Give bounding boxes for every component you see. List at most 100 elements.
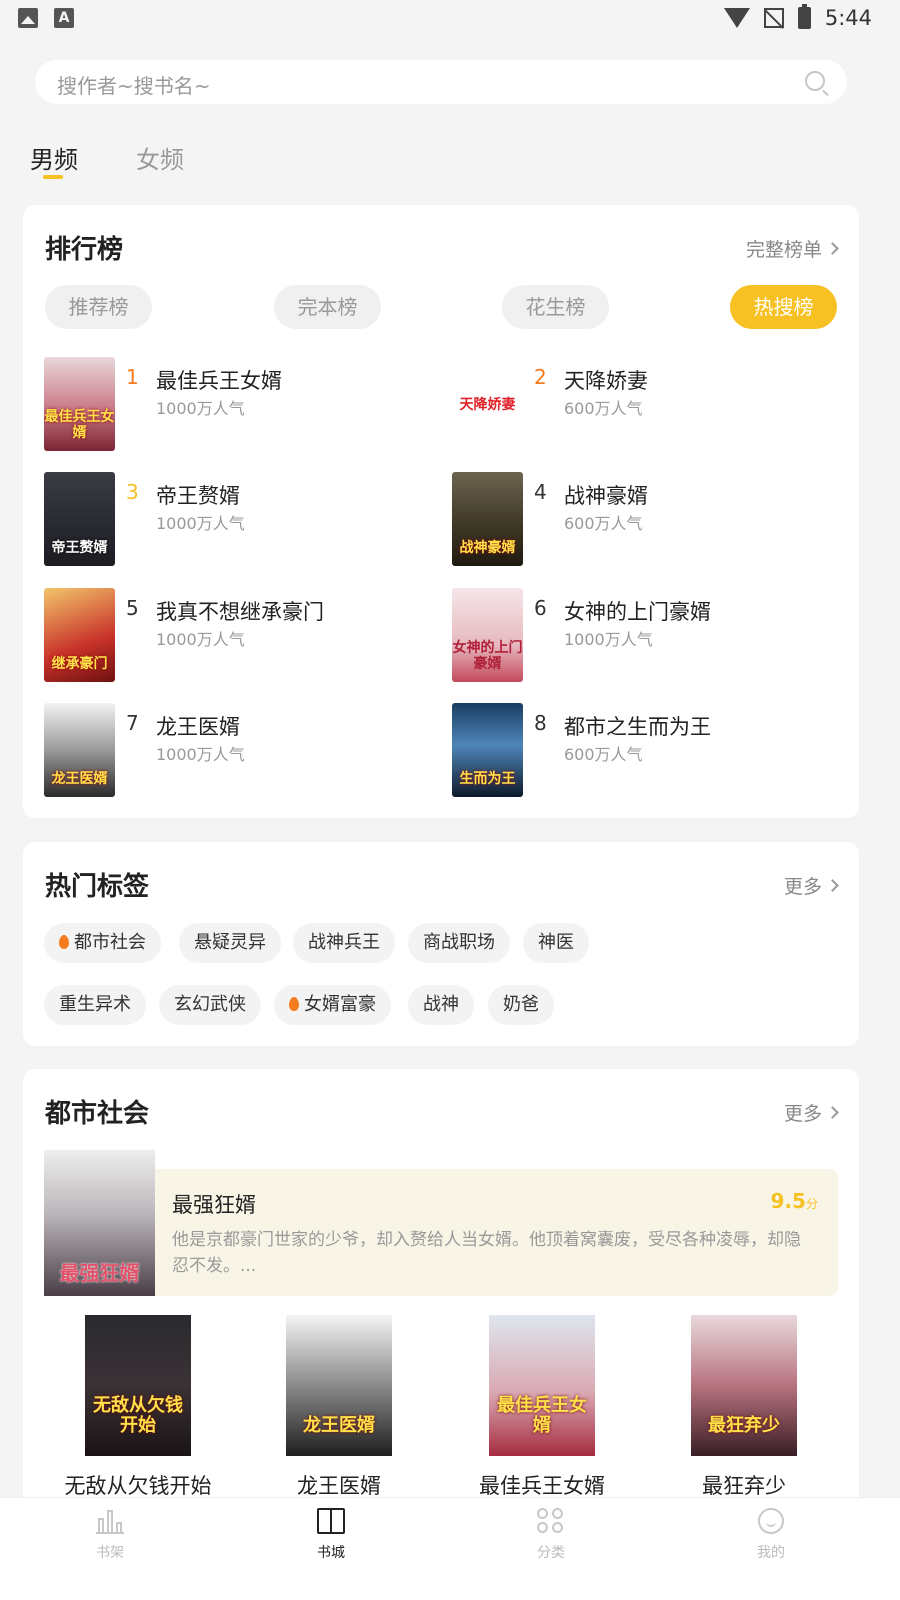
tag-chip[interactable]: 商战职场 — [408, 923, 510, 963]
rank-number: 8 — [534, 711, 547, 735]
book-cover: 最佳兵王女婿 — [489, 1315, 595, 1456]
hot-tags-title: 热门标签 — [45, 872, 150, 902]
battery-icon — [797, 4, 811, 29]
book-grid-item[interactable]: 最佳兵王女婿 最佳兵王女婿 — [452, 1315, 632, 1500]
book-grid-item[interactable]: 最狂弃少 最狂弃少 — [654, 1315, 834, 1500]
rank-item[interactable]: 帝王赘婿 3 帝王赘婿 1000万人气 — [44, 472, 424, 567]
nav-label: 我的 — [757, 1545, 785, 1561]
tag-chip[interactable]: 战神 — [408, 985, 474, 1025]
rank-item[interactable]: 生而为王 8 都市之生而为王 600万人气 — [452, 703, 832, 798]
rank-number: 1 — [126, 365, 139, 389]
book-title: 战神豪婿 — [564, 484, 648, 508]
bottom-nav: 书架 书城 分类 我的 — [0, 1497, 900, 1600]
fire-icon — [289, 997, 299, 1011]
book-grid-item[interactable]: 无敌从欠钱开始 无敌从欠钱开始 — [48, 1315, 228, 1500]
tag-chip[interactable]: 都市社会 — [44, 923, 161, 963]
status-time: 5:44 — [824, 6, 872, 30]
rank-item[interactable]: 继承豪门 5 我真不想继承豪门 1000万人气 — [44, 588, 424, 683]
rank-item[interactable]: 最佳兵王女婿 1 最佳兵王女婿 1000万人气 — [44, 357, 424, 452]
book-popularity: 1000万人气 — [156, 399, 245, 418]
book-title: 最狂弃少 — [702, 1474, 786, 1498]
nav-bookstore[interactable]: 书城 — [271, 1508, 391, 1562]
tag-chip[interactable]: 玄幻武侠 — [159, 985, 261, 1025]
search-icon[interactable] — [805, 71, 825, 91]
book-title: 龙王医婿 — [156, 715, 240, 739]
urban-more-link[interactable]: 更多 — [783, 1099, 839, 1126]
tab-active-indicator — [43, 175, 63, 179]
book-title: 龙王医婿 — [297, 1474, 381, 1498]
nav-label: 分类 — [537, 1545, 565, 1561]
featured-book-score: 9.5分 — [770, 1189, 818, 1213]
fire-icon — [59, 935, 69, 949]
book-cover: 无敌从欠钱开始 — [85, 1315, 191, 1456]
full-ranking-label: 完整榜单 — [745, 239, 822, 261]
featured-book-description: 他是京都豪门世家的少爷，却入赘给人当女婿。他顶着窝囊废，受尽各种凌辱，却隐忍不发… — [172, 1230, 801, 1276]
more-label: 更多 — [783, 876, 822, 898]
featured-book-info[interactable]: 最强狂婿 9.5分 他是京都豪门世家的少爷，却入赘给人当女婿。他顶着窝囊废，受尽… — [155, 1169, 838, 1296]
hot-tags-more-link[interactable]: 更多 — [783, 872, 839, 899]
book-grid-item[interactable]: 龙王医婿 龙王医婿 — [249, 1315, 429, 1500]
rank-item[interactable]: 龙王医婿 7 龙王医婿 1000万人气 — [44, 703, 424, 798]
book-popularity: 600万人气 — [564, 514, 643, 533]
rank-number: 2 — [534, 365, 547, 389]
rank-item[interactable]: 女神的上门豪婿 6 女神的上门豪婿 1000万人气 — [452, 588, 832, 683]
more-label: 更多 — [783, 1103, 822, 1125]
category-grid-icon — [537, 1508, 565, 1534]
book-cover: 龙王医婿 — [286, 1315, 392, 1456]
rank-number: 3 — [126, 480, 139, 504]
book-cover: 天降娇妻 — [452, 357, 523, 451]
tag-chip[interactable]: 神医 — [523, 923, 589, 963]
chevron-right-icon — [826, 1106, 839, 1119]
rank-item[interactable]: 天降娇妻 2 天降娇妻 600万人气 — [452, 357, 832, 452]
rank-item[interactable]: 战神豪婿 4 战神豪婿 600万人气 — [452, 472, 832, 567]
book-title: 我真不想继承豪门 — [156, 600, 324, 624]
search-input[interactable]: 搜作者~搜书名~ — [57, 70, 211, 99]
nav-category[interactable]: 分类 — [491, 1508, 611, 1562]
rank-number: 7 — [126, 711, 139, 735]
wifi-icon — [723, 8, 750, 28]
book-cover: 龙王医婿 — [44, 703, 115, 797]
nav-bookshelf[interactable]: 书架 — [50, 1508, 170, 1562]
book-cover: 生而为王 — [452, 703, 523, 797]
tag-chip[interactable]: 女婿富豪 — [274, 985, 391, 1025]
font-notification-icon: A — [54, 8, 74, 28]
rank-number: 4 — [534, 480, 547, 504]
book-popularity: 600万人气 — [564, 745, 643, 764]
book-open-icon — [317, 1508, 345, 1534]
pill-peanut[interactable]: 花生榜 — [502, 285, 609, 329]
pill-hot-search[interactable]: 热搜榜 — [730, 285, 837, 329]
full-ranking-link[interactable]: 完整榜单 — [745, 235, 839, 262]
bookshelf-icon — [96, 1508, 124, 1534]
nav-profile[interactable]: 我的 — [711, 1508, 831, 1562]
book-title: 天降娇妻 — [564, 369, 648, 393]
book-popularity: 1000万人气 — [156, 745, 245, 764]
book-title: 女神的上门豪婿 — [564, 600, 711, 624]
book-title: 都市之生而为王 — [564, 715, 711, 739]
pill-completed[interactable]: 完本榜 — [274, 285, 381, 329]
nav-label: 书城 — [317, 1545, 345, 1561]
tab-female[interactable]: 女频 — [136, 140, 184, 175]
tag-chip[interactable]: 悬疑灵异 — [179, 923, 281, 963]
tab-male[interactable]: 男频 — [30, 140, 78, 175]
pill-recommend[interactable]: 推荐榜 — [45, 285, 152, 329]
book-title: 无敌从欠钱开始 — [64, 1474, 212, 1498]
rank-number: 5 — [126, 596, 139, 620]
book-popularity: 600万人气 — [564, 399, 643, 418]
search-bar[interactable]: 搜作者~搜书名~ — [35, 60, 847, 104]
rank-number: 6 — [534, 596, 547, 620]
tag-chip[interactable]: 战神兵王 — [293, 923, 395, 963]
book-cover: 继承豪门 — [44, 588, 115, 682]
tag-chip[interactable]: 奶爸 — [488, 985, 554, 1025]
book-cover: 帝王赘婿 — [44, 472, 115, 566]
profile-smile-icon — [758, 1508, 784, 1534]
tag-chip[interactable]: 重生异术 — [44, 985, 146, 1025]
image-notification-icon — [18, 8, 38, 28]
urban-section-title: 都市社会 — [45, 1099, 150, 1129]
no-sim-icon — [763, 8, 784, 28]
book-popularity: 1000万人气 — [156, 630, 245, 649]
nav-label: 书架 — [96, 1545, 124, 1561]
book-cover: 战神豪婿 — [452, 472, 523, 566]
featured-book-cover[interactable]: 最强狂婿 — [44, 1150, 155, 1296]
book-title: 最佳兵王女婿 — [156, 369, 282, 393]
ranking-title: 排行榜 — [45, 235, 124, 265]
